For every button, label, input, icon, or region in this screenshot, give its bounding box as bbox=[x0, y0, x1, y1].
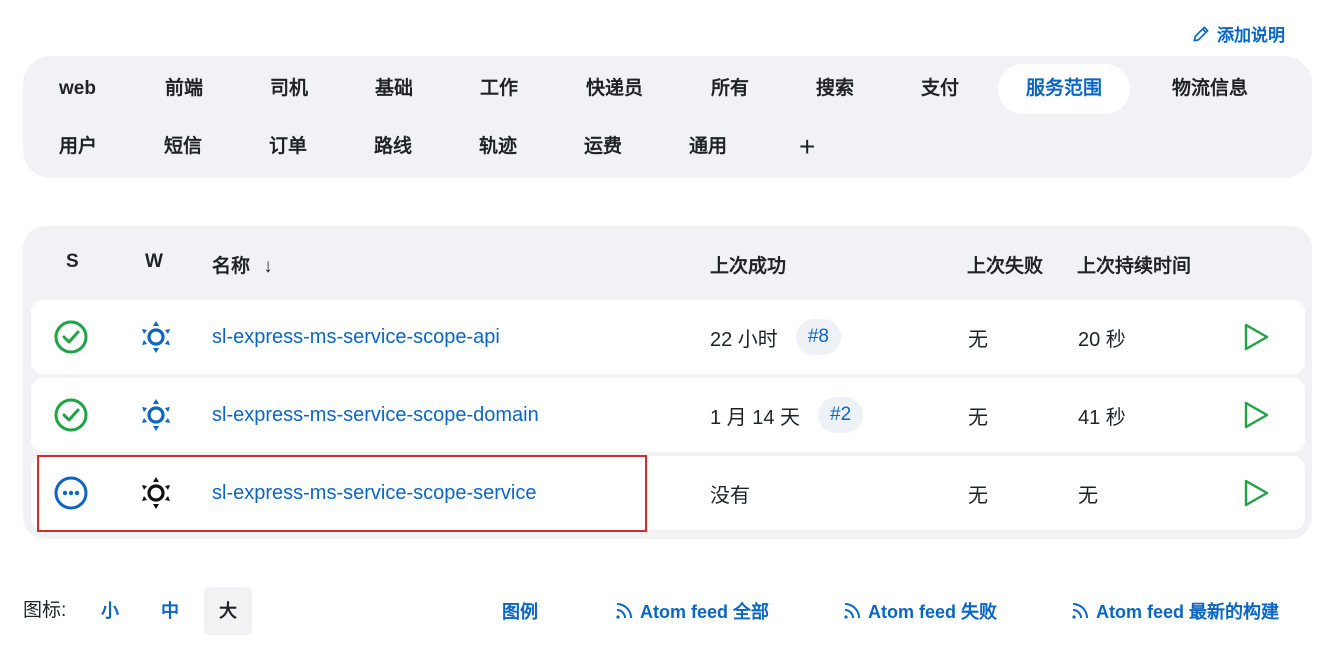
play-build-icon[interactable] bbox=[1239, 398, 1273, 432]
play-build-icon[interactable] bbox=[1239, 320, 1273, 354]
tab-all[interactable]: 所有 bbox=[693, 64, 767, 114]
job-name-cell: sl-express-ms-service-scope-service bbox=[212, 456, 537, 530]
footer-bar: 图标: 小 中 大 图例 Atom feed 全部 Atom feed 失败 A… bbox=[23, 587, 1312, 635]
table-row: sl-express-ms-service-scope-domain 1 月 1… bbox=[31, 378, 1305, 452]
rss-icon bbox=[844, 603, 860, 619]
sunny-weather-icon bbox=[139, 320, 173, 354]
tab-service-scope[interactable]: 服务范围 bbox=[998, 64, 1131, 114]
sort-arrow-icon: ↓ bbox=[263, 256, 273, 277]
tab-frontend[interactable]: 前端 bbox=[147, 64, 221, 114]
weather-cell bbox=[139, 300, 173, 374]
tab-payment[interactable]: 支付 bbox=[903, 64, 977, 114]
rss-icon bbox=[1072, 603, 1088, 619]
add-description-button[interactable]: 添加说明 bbox=[1191, 21, 1285, 46]
atom-feed-failed-link[interactable]: Atom feed 失败 bbox=[842, 587, 997, 635]
tab-route[interactable]: 路线 bbox=[356, 122, 430, 172]
header-last-failure[interactable]: 上次失败 bbox=[967, 251, 1043, 278]
header-name-label: 名称 bbox=[212, 256, 251, 277]
atom-feed-latest-label: Atom feed 最新的构建 bbox=[1096, 602, 1280, 622]
atom-feed-latest-link[interactable]: Atom feed 最新的构建 bbox=[1070, 587, 1279, 635]
job-link[interactable]: sl-express-ms-service-scope-domain bbox=[212, 404, 539, 427]
icon-size-medium-button[interactable]: 中 bbox=[146, 587, 194, 635]
play-build-icon[interactable] bbox=[1239, 476, 1273, 510]
header-last-success[interactable]: 上次成功 bbox=[710, 251, 786, 278]
last-success-time: 没有 bbox=[710, 484, 750, 507]
sunny-weather-icon bbox=[139, 398, 173, 432]
last-success-time: 1 月 14 天 bbox=[710, 406, 801, 429]
status-cell bbox=[54, 300, 88, 374]
legend-label: 图例 bbox=[502, 602, 538, 622]
sunny-weather-icon bbox=[139, 476, 173, 510]
job-link[interactable]: sl-express-ms-service-scope-service bbox=[212, 482, 537, 505]
tab-order[interactable]: 订单 bbox=[251, 122, 325, 172]
pencil-icon bbox=[1193, 26, 1209, 42]
tab-work[interactable]: 工作 bbox=[462, 64, 536, 114]
last-success-time: 22 小时 bbox=[710, 328, 778, 351]
build-number-badge[interactable]: #2 bbox=[818, 397, 864, 433]
tab-web[interactable]: web bbox=[41, 64, 114, 114]
last-success-cell: 22 小时 #8 bbox=[710, 300, 841, 374]
add-description-label: 添加说明 bbox=[1217, 26, 1285, 45]
last-failure-cell: 无 bbox=[968, 406, 988, 429]
tab-courier[interactable]: 快递员 bbox=[568, 64, 661, 114]
tab-track[interactable]: 轨迹 bbox=[461, 122, 535, 172]
build-action-cell bbox=[1239, 456, 1273, 530]
tab-freight[interactable]: 运费 bbox=[566, 122, 640, 172]
header-status[interactable]: S bbox=[66, 251, 79, 273]
atom-feed-failed-label: Atom feed 失败 bbox=[868, 602, 998, 622]
add-view-button[interactable]: + bbox=[781, 122, 833, 172]
weather-cell bbox=[139, 456, 173, 530]
tab-search[interactable]: 搜索 bbox=[798, 64, 872, 114]
table-row: sl-express-ms-service-scope-api 22 小时 #8… bbox=[31, 300, 1305, 374]
last-success-cell: 1 月 14 天 #2 bbox=[710, 378, 864, 452]
not-built-status-icon[interactable] bbox=[54, 476, 88, 510]
build-action-cell bbox=[1239, 300, 1273, 374]
last-duration-cell: 无 bbox=[1078, 484, 1098, 507]
tab-driver[interactable]: 司机 bbox=[252, 64, 326, 114]
icon-size-label: 图标: bbox=[23, 600, 67, 621]
weather-cell bbox=[139, 378, 173, 452]
header-weather[interactable]: W bbox=[145, 251, 163, 273]
atom-feed-all-link[interactable]: Atom feed 全部 bbox=[614, 587, 769, 635]
projects-table: S W 名称 ↓ 上次成功 上次失败 上次持续时间 sl-express-ms-… bbox=[23, 226, 1312, 539]
tab-common[interactable]: 通用 bbox=[671, 122, 745, 172]
status-cell bbox=[54, 378, 88, 452]
last-duration-cell: 20 秒 bbox=[1078, 328, 1126, 351]
build-number-badge[interactable]: #8 bbox=[795, 319, 841, 355]
rss-icon bbox=[616, 603, 632, 619]
icon-size-small-button[interactable]: 小 bbox=[86, 587, 134, 635]
status-cell bbox=[54, 456, 88, 530]
icon-size-large-button[interactable]: 大 bbox=[204, 587, 252, 635]
success-status-icon[interactable] bbox=[54, 320, 88, 354]
job-name-cell: sl-express-ms-service-scope-api bbox=[212, 300, 500, 374]
last-failure-cell: 无 bbox=[968, 328, 988, 351]
atom-feed-all-label: Atom feed 全部 bbox=[640, 602, 770, 622]
build-action-cell bbox=[1239, 378, 1273, 452]
last-success-cell: 没有 bbox=[710, 456, 750, 530]
table-row: sl-express-ms-service-scope-service 没有 无… bbox=[31, 456, 1305, 530]
last-duration-cell: 41 秒 bbox=[1078, 406, 1126, 429]
tab-user[interactable]: 用户 bbox=[41, 122, 115, 172]
tab-logistics[interactable]: 物流信息 bbox=[1154, 64, 1266, 114]
view-tabs: web 前端 司机 基础 工作 快递员 所有 搜索 支付 服务范围 物流信息 用… bbox=[23, 56, 1312, 178]
tab-base[interactable]: 基础 bbox=[357, 64, 431, 114]
header-name[interactable]: 名称 ↓ bbox=[212, 251, 273, 278]
success-status-icon[interactable] bbox=[54, 398, 88, 432]
tab-sms[interactable]: 短信 bbox=[146, 122, 220, 172]
job-link[interactable]: sl-express-ms-service-scope-api bbox=[212, 326, 500, 349]
legend-link[interactable]: 图例 bbox=[502, 587, 538, 635]
job-name-cell: sl-express-ms-service-scope-domain bbox=[212, 378, 539, 452]
last-failure-cell: 无 bbox=[968, 484, 988, 507]
header-last-duration[interactable]: 上次持续时间 bbox=[1077, 251, 1191, 278]
